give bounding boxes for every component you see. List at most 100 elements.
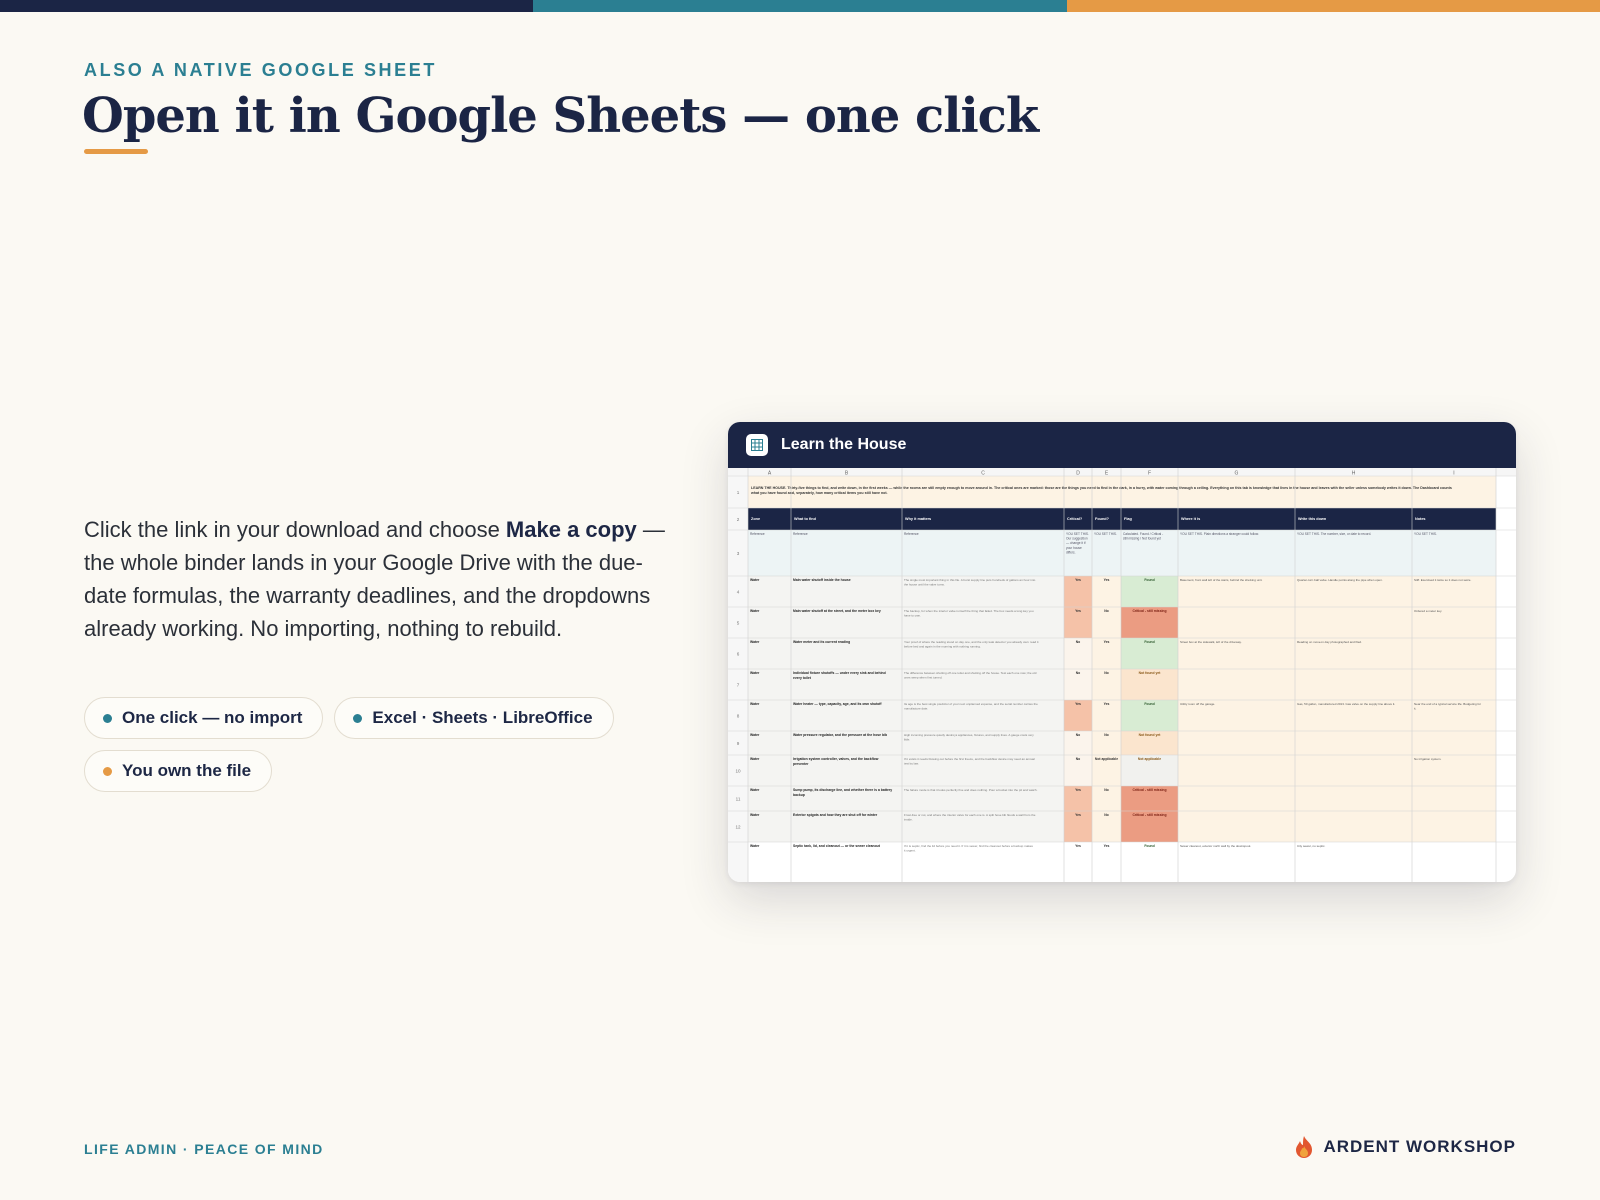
reference-cell: YOU SET THIS. Plain directions a strange… xyxy=(1180,532,1259,536)
where-cell: Basement, front wall left of the stairs,… xyxy=(1180,578,1263,582)
why-cell: The failure mode is that it looks perfec… xyxy=(904,788,1038,792)
row-number: 3 xyxy=(737,551,740,556)
footer-tagline: LIFE ADMIN · PEACE OF MIND xyxy=(84,1141,324,1157)
find-cell: Individual fixture shutoffs — under ever… xyxy=(793,671,886,675)
reference-cell: Reference xyxy=(750,532,765,536)
found-cell: Yes xyxy=(1104,640,1110,644)
chip-one-click: One click — no import xyxy=(84,697,324,739)
row-number: 11 xyxy=(736,797,741,802)
top-bar-orange xyxy=(1066,0,1600,12)
write-cell: Gas, 50 gallon, manufactured 2013. Gas v… xyxy=(1297,702,1395,706)
header-cell: Zone xyxy=(751,517,760,521)
row-number: 6 xyxy=(737,652,740,657)
find-cell: Water pressure regulator, and the pressu… xyxy=(793,733,887,737)
found-cell: No xyxy=(1104,609,1109,613)
critical-cell: No xyxy=(1076,671,1081,675)
why-cell: test by law. xyxy=(904,761,919,765)
why-cell: The backup, for when the interior valve … xyxy=(904,609,1034,613)
spreadsheet-icon xyxy=(746,434,768,456)
header-cell: Why it matters xyxy=(905,517,931,521)
column-letter: F xyxy=(1148,471,1151,477)
find-cell: backup xyxy=(793,793,805,797)
intro-text: what you have found and, separately, how… xyxy=(750,491,888,495)
flag-cell: Not found yet xyxy=(1139,671,1162,675)
top-bar-teal xyxy=(533,0,1067,12)
chip-dot xyxy=(103,713,112,723)
why-cell: Your proof of where the reading stood on… xyxy=(904,640,1039,644)
notes-cell: Near the end of a typical service life. … xyxy=(1414,702,1481,706)
why-cell: inside. xyxy=(904,817,913,821)
page-title: Open it in Google Sheets — one click xyxy=(82,88,1039,144)
flag-cell: Found xyxy=(1144,844,1154,848)
brand-name: ARDENT WORKSHOP xyxy=(1323,1137,1516,1156)
critical-cell: No xyxy=(1076,640,1081,644)
critical-cell: Yes xyxy=(1075,844,1081,848)
find-cell: Exterior spigots and how they are shut o… xyxy=(793,813,878,817)
why-cell: it urgent. xyxy=(904,848,916,852)
reference-cell: — change it if xyxy=(1066,541,1086,545)
row-number: 8 xyxy=(737,714,740,719)
where-cell: Utility room off the garage. xyxy=(1180,702,1215,706)
find-cell: Water meter and its current reading xyxy=(793,640,850,644)
flag-cell: Critical - still missing xyxy=(1132,609,1166,613)
why-cell: If it exists it needs blowing out before… xyxy=(904,757,1035,761)
zone-cell: Water xyxy=(750,671,760,675)
flag-cell: Found xyxy=(1144,578,1154,582)
eyebrow-label: ALSO A NATIVE GOOGLE SHEET xyxy=(84,60,437,80)
row-number: 1 xyxy=(737,490,740,495)
zone-cell: Water xyxy=(750,609,760,613)
spreadsheet-preview: Learn the House A B C D E F G H I LEARN THE HOUSE… xyxy=(728,422,1516,882)
header-cell: Where it is xyxy=(1181,517,1200,521)
row-number: 4 xyxy=(737,590,740,595)
flag-cell: Critical - still missing xyxy=(1132,788,1166,792)
found-cell: Yes xyxy=(1104,702,1110,706)
write-cell: Reading on move-in day photographed and … xyxy=(1297,640,1362,644)
find-cell: Main water shutoff inside the house xyxy=(793,578,851,582)
why-cell: before bed and again in the morning with… xyxy=(904,644,981,648)
why-cell: little. xyxy=(904,737,910,741)
column-letter: I xyxy=(1453,471,1454,477)
zone-cell: Water xyxy=(750,578,760,582)
footer-brand: ARDENT WORKSHOP xyxy=(1293,1135,1516,1159)
why-cell: Frost-free or not, and where the interio… xyxy=(904,813,1036,817)
find-cell: Water heater — type, capacity, age, and … xyxy=(793,702,882,706)
header-cell: Found? xyxy=(1095,517,1110,521)
body-text-bold: Make a copy xyxy=(505,517,637,542)
notes-cell: it. xyxy=(1414,706,1417,710)
spreadsheet-title: Learn the House xyxy=(781,436,907,453)
reference-cell: differs. xyxy=(1066,550,1076,554)
found-cell: Yes xyxy=(1104,578,1110,582)
where-cell: Sewer cleanout, exterior north wall by t… xyxy=(1180,844,1251,848)
why-cell: If it is septic, find the lid before you… xyxy=(904,844,1033,848)
found-cell: No xyxy=(1104,813,1109,817)
reference-cell: Reference xyxy=(793,532,808,536)
notes-cell: Stiff. Exercised it twice so it does not… xyxy=(1414,578,1471,582)
zone-cell: Water xyxy=(750,813,760,817)
found-cell: No xyxy=(1104,671,1109,675)
flag-cell: Critical - still missing xyxy=(1132,813,1166,817)
chip-label: Excel · Sheets · LibreOffice xyxy=(372,708,593,727)
body-paragraph: Click the link in your download and choo… xyxy=(84,513,684,645)
reference-cell: Our suggestion xyxy=(1066,537,1088,541)
zone-cell: Water xyxy=(750,844,760,848)
column-letter: C xyxy=(981,471,985,477)
critical-cell: No xyxy=(1076,733,1081,737)
find-cell: every toilet xyxy=(793,676,812,680)
zone-cell: Water xyxy=(750,640,760,644)
critical-cell: Yes xyxy=(1075,788,1081,792)
notes-cell: No irrigation system. xyxy=(1414,757,1442,761)
spreadsheet-header: Learn the House xyxy=(728,422,1516,468)
notes-cell: Ordered a meter key. xyxy=(1414,609,1442,613)
found-cell: Not applicable xyxy=(1095,757,1118,761)
flame-icon xyxy=(1296,1136,1313,1158)
where-cell: Street box at the sidewalk, left of the … xyxy=(1180,640,1242,644)
found-cell: No xyxy=(1104,733,1109,737)
flag-cell: Not applicable xyxy=(1138,757,1161,761)
column-letter: G xyxy=(1235,471,1239,477)
zone-cell: Water xyxy=(750,788,760,792)
why-cell: The difference between shutting off one … xyxy=(904,671,1037,675)
find-cell: Septic tank, lid, and cleanout — or the … xyxy=(793,844,881,848)
why-cell: ones weep when first turned. xyxy=(904,675,943,679)
found-cell: No xyxy=(1104,788,1109,792)
row-number-gutter xyxy=(728,476,748,882)
